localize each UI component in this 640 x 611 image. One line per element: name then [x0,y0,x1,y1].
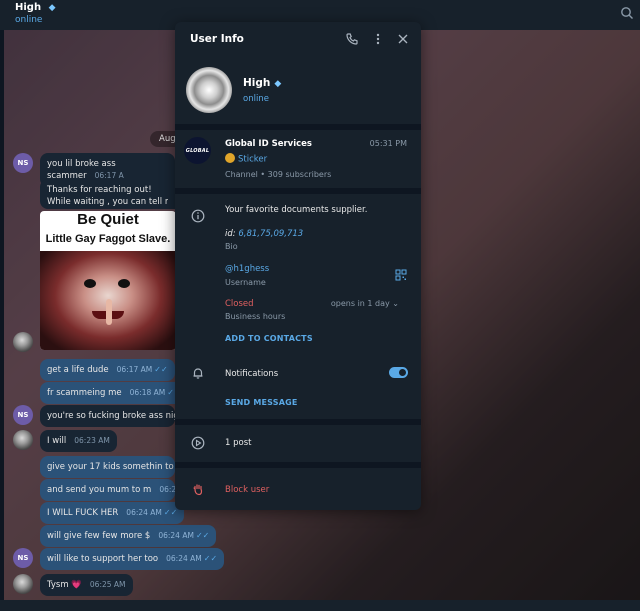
send-message-button[interactable]: SEND MESSAGE [225,398,298,407]
bio-label: Bio [225,242,238,251]
meme-caption: Be Quiet [77,211,139,228]
message-bubble[interactable]: Tysm 💗 06:25 AM [40,574,133,596]
avatar[interactable] [13,430,33,450]
search-icon[interactable] [620,6,634,20]
read-check-icon: ✓✓ [203,554,218,563]
message-bubble[interactable]: will like to support her too 06:24 AM ✓✓ [40,548,225,570]
business-hours-label: Business hours [225,312,286,321]
message-bubble[interactable]: will give few few more $06:24 AM ✓✓ [40,525,217,547]
separator [175,419,421,425]
meme-image[interactable]: Be Quiet Little Gay Faggot Slave. [40,211,176,350]
avatar[interactable] [13,332,33,352]
channel-meta: Channel • 309 subscribers [225,170,332,179]
block-hand-icon [193,484,203,496]
user-info-panel: User Info High ◆ online GLOBAL Global ID … [175,22,421,510]
bell-icon [193,368,203,379]
opens-dropdown[interactable]: opens in 1 day ⌄ [331,299,399,308]
channel-name: Global ID Services [225,139,312,149]
phone-icon[interactable] [345,32,359,46]
bio-text: Your favorite documents supplier. [225,205,368,215]
meme-caption: Little Gay Faggot Slave. [45,233,171,245]
notifications-label: Notifications [225,369,279,379]
message-bubble[interactable]: Thanks for reaching out! While waiting ,… [40,179,175,209]
channel-avatar: GLOBAL [184,137,211,164]
profile-avatar[interactable] [186,67,232,113]
meme-face [40,251,176,350]
channel-time: 05:31 PM [369,139,407,148]
message-bubble[interactable]: I WILL FUCK HER 06:24 AM ✓✓ [40,502,185,524]
add-to-contacts-button[interactable]: ADD TO CONTACTS [225,334,313,343]
info-icon [191,209,205,223]
chat-status: online [15,15,43,25]
avatar[interactable]: NS [13,548,33,568]
separator [175,188,421,194]
read-check-icon: ✓✓ [163,508,178,517]
qr-code-icon[interactable] [395,269,407,281]
read-check-icon: ✓✓ [154,365,168,374]
message-bubble[interactable]: you're so fucking broke ass nigga [40,405,175,427]
message-bubble[interactable]: get a life dude 06:17 AM ✓✓ [40,359,175,381]
posts-icon [191,436,205,450]
read-check-icon: ✓✓ [195,531,210,540]
bottom-bar [0,600,640,611]
separator [175,124,421,130]
business-status: Closed [225,299,254,309]
username-label: Username [225,278,266,287]
message-line: Thanks for reaching out! [47,185,152,195]
profile-status: online [243,94,269,104]
more-vertical-icon[interactable] [371,32,385,46]
user-id[interactable]: id: 6,81,75,09,713 [225,229,303,239]
block-user-label: Block user [225,485,270,495]
chevron-down-icon: ⌄ [392,299,399,308]
chat-title[interactable]: High ◆ [15,2,55,13]
avatar[interactable]: NS [13,405,33,425]
notifications-toggle[interactable] [389,367,408,378]
avatar[interactable] [13,574,33,594]
close-icon[interactable] [396,32,410,46]
username-value[interactable]: @h1ghess [225,264,269,274]
meme-eye [84,279,96,288]
profile-name: High ◆ [243,77,282,89]
meme-finger [106,299,112,325]
meme-eye [118,279,130,288]
message-bubble[interactable]: fr scammeing me 06:18 AM ✓✓ [40,382,188,404]
avatar[interactable]: NS [13,153,33,173]
sticker-emoji-icon [225,153,235,163]
panel-title: User Info [190,33,244,45]
message-bubble[interactable]: and send you mum to m06:24 AM [40,479,175,501]
separator [175,462,421,468]
premium-gem-icon: ◆ [48,3,56,13]
posts-count: 1 post [225,438,252,448]
premium-gem-icon: ◆ [274,79,282,89]
channel-last-message: Sticker [225,153,267,165]
message-line: While waiting , you can tell me abo [47,197,168,207]
message-bubble[interactable]: I will 06:23 AM [40,430,117,452]
message-bubble[interactable]: give your 17 kids somethin to eat [40,456,175,478]
